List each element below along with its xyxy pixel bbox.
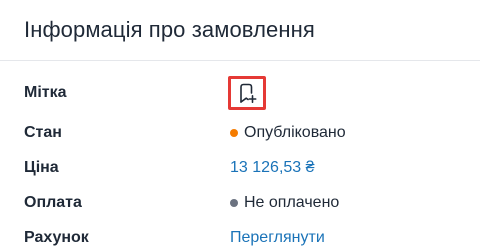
row-status: Стан Опубліковано xyxy=(0,115,480,150)
status-text: Опубліковано xyxy=(244,123,346,141)
row-payment: Оплата Не оплачено xyxy=(0,185,480,220)
price-label: Ціна xyxy=(24,158,59,176)
price-link[interactable]: 13 126,53 ₴ xyxy=(230,159,315,177)
status-value: Опубліковано xyxy=(230,124,346,142)
row-price: Ціна 13 126,53 ₴ xyxy=(0,150,480,185)
tag-value xyxy=(228,76,266,110)
card-header: Інформація про замовлення xyxy=(0,0,480,61)
bookmark-plus-icon xyxy=(240,83,257,103)
tag-label: Мітка xyxy=(24,84,67,101)
payment-value: Не оплачено xyxy=(230,194,339,212)
status-label: Стан xyxy=(24,123,62,141)
payment-text: Не оплачено xyxy=(244,193,340,211)
payment-label: Оплата xyxy=(24,193,82,211)
price-value: 13 126,53 ₴ xyxy=(230,159,315,177)
add-tag-button[interactable] xyxy=(228,76,266,110)
order-info-rows: Мітка Стан Опубліковано Ціна 13 126,53 ₴… xyxy=(0,61,480,251)
view-invoice-link[interactable]: Переглянути xyxy=(230,229,325,247)
row-tag: Мітка xyxy=(0,76,480,110)
payment-dot-icon xyxy=(230,198,238,207)
invoice-value: Переглянути xyxy=(230,229,325,247)
row-invoice: Рахунок Переглянути xyxy=(0,220,480,251)
order-info-card: Інформація про замовлення Мітка Стан Опу… xyxy=(0,0,480,251)
card-title: Інформація про замовлення xyxy=(24,17,315,42)
invoice-label: Рахунок xyxy=(24,228,89,246)
status-dot-icon xyxy=(230,128,238,137)
